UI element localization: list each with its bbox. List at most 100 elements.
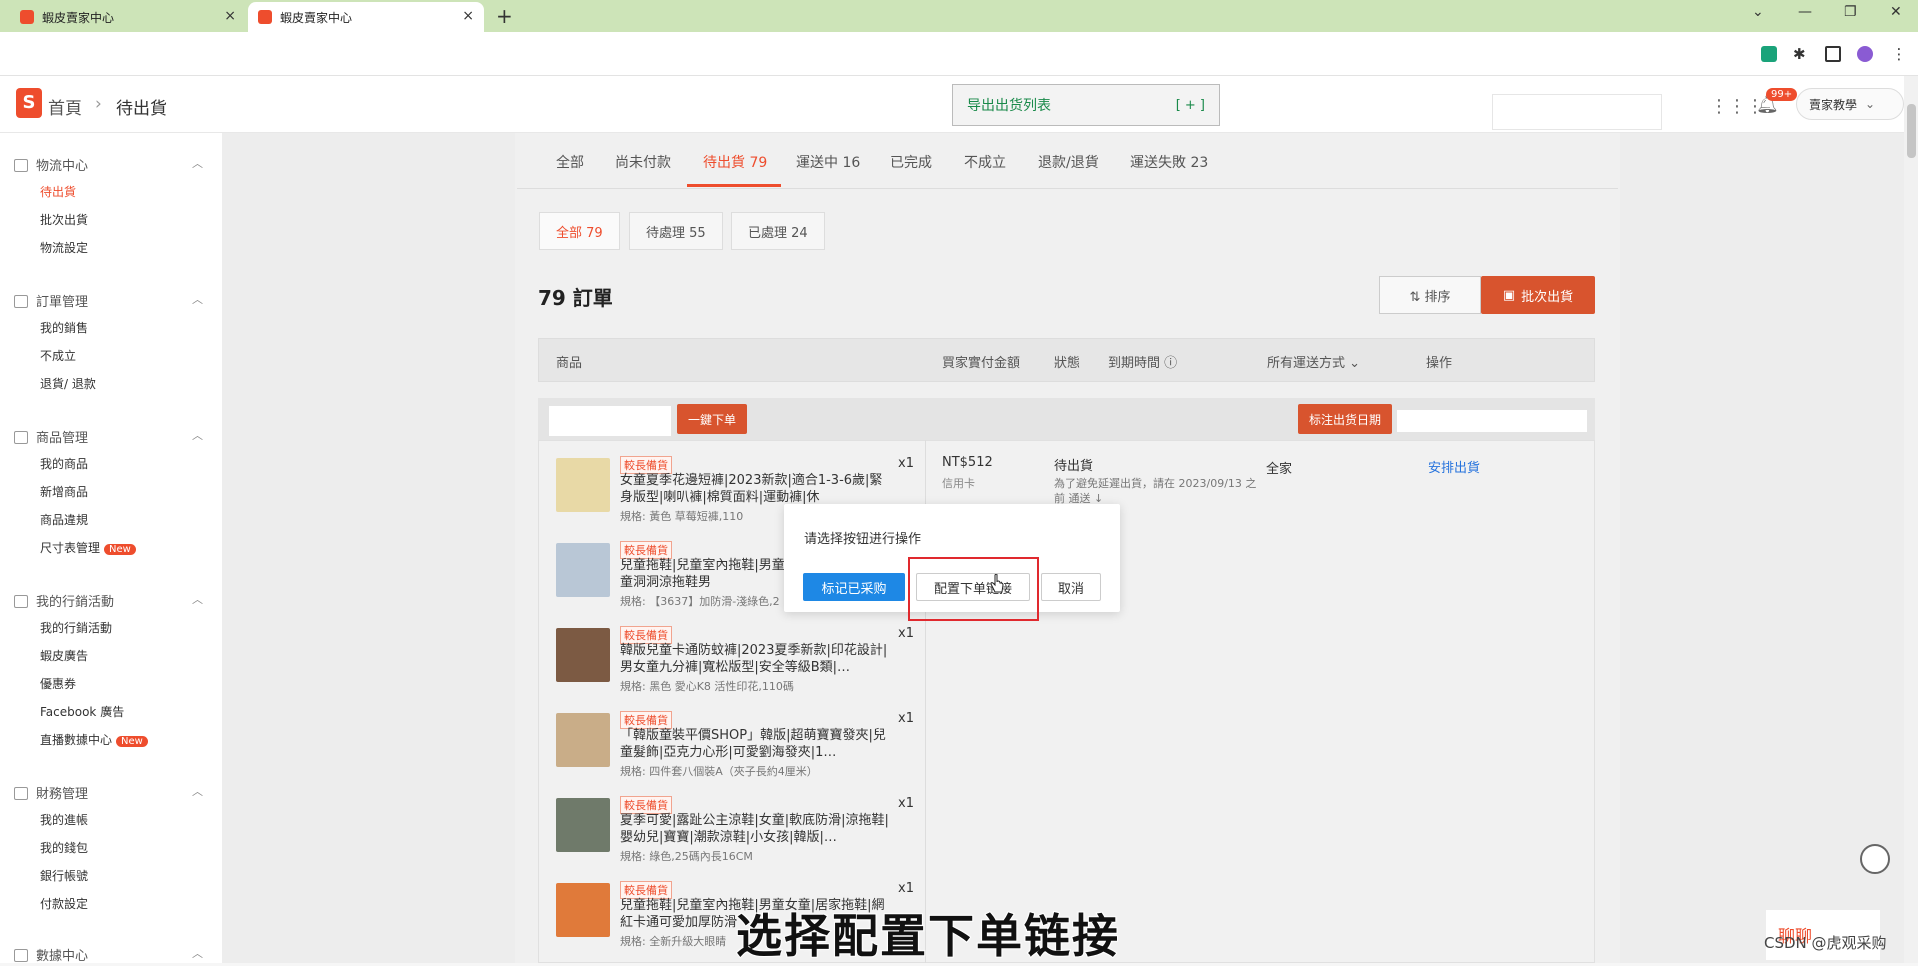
tab-cancelled[interactable]: 不成立 [964,152,1006,172]
mark-purchased-button[interactable]: 标记已采购 [803,573,905,601]
sidebar-item-bank-account[interactable]: 銀行帳號 [40,867,88,884]
ship-date-input[interactable] [1397,410,1587,432]
order-checkbox-area[interactable] [549,406,671,436]
new-tab-button[interactable]: + [496,4,513,28]
product-thumbnail [556,883,610,937]
close-tab-icon[interactable]: × [224,8,236,24]
new-badge: New [104,544,136,555]
payment-type: 信用卡 [942,477,975,490]
product-qty: x1 [898,711,914,726]
sidebar-item-cancelled[interactable]: 不成立 [40,347,76,364]
sidebar-item-shopee-ads[interactable]: 蝦皮廣告 [40,647,88,664]
tab-search-icon[interactable]: ⌄ [1752,4,1764,20]
sidebar-group-marketing[interactable]: 我的行銷活動 ︿ [14,591,203,610]
product-qty: x1 [898,796,914,811]
sidebar-item-vouchers[interactable]: 優惠券 [40,675,76,692]
sidebar-group-orders[interactable]: 訂單管理 ︿ [14,291,203,310]
sidebar-item-my-sales[interactable]: 我的銷售 [40,319,88,336]
scrollbar-thumb[interactable] [1907,104,1916,158]
list-item[interactable]: 較長備貨 「韓版童裝平價SHOP」韓版|超萌寶寶發夾|兒童髮飾|亞克力心形|可愛… [556,711,926,791]
product-qty: x1 [898,881,914,896]
sidebar-item-wallet[interactable]: 我的錢包 [40,839,88,856]
browser-toolbar: ✱ ⋮ [0,32,1918,76]
tab-shipping[interactable]: 運送中 16 [796,152,860,172]
sort-button[interactable]: ⇅ 排序 [1379,276,1481,314]
subtab-all[interactable]: 全部 79 [539,212,620,250]
watermark: CSDN @虎观采购 [1764,934,1887,952]
header-search-box[interactable] [1492,94,1662,130]
tab-all[interactable]: 全部 [556,152,584,172]
notification-badge: 99+ [1766,88,1798,101]
chevron-up-icon: ︿ [192,593,203,606]
sidebar-item-label: 尺寸表管理 [40,541,101,555]
sidepanel-icon[interactable] [1825,46,1841,62]
sidebar-item-my-products[interactable]: 我的商品 [40,455,88,472]
product-name: 韓版兒童卡通防蚊褲|2023夏季新款|印花設計|男女童九分褲|寬松版型|安全等級… [620,643,888,675]
minimize-button[interactable]: — [1798,4,1812,20]
extension-icon[interactable] [1761,46,1777,62]
close-tab-icon[interactable]: × [462,8,474,24]
sidebar-item-logistics-settings[interactable]: 物流設定 [40,239,88,256]
sidebar-item-to-ship[interactable]: 待出貨 [40,183,76,200]
subtab-pending[interactable]: 待處理 55 [629,212,723,250]
chevron-up-icon: ︿ [192,429,203,442]
tab-failed-delivery[interactable]: 運送失敗 23 [1130,152,1208,172]
browser-tab[interactable]: 蝦皮賣家中心 × [10,2,246,32]
page-scrollbar[interactable] [1904,76,1918,963]
one-key-order-button[interactable]: 一鍵下单 [677,404,747,434]
product-thumbnail [556,543,610,597]
batch-ship-button[interactable]: ▣ 批次出貨 [1481,276,1595,314]
shopee-favicon-icon [258,10,272,24]
tab-completed[interactable]: 已完成 [890,152,932,172]
sidebar-item-returns[interactable]: 退貨/ 退款 [40,375,96,392]
sidebar-item-income[interactable]: 我的進帳 [40,811,88,828]
sidebar-group-data[interactable]: 數據中心 ︿ [14,945,203,964]
column-header: 買家實付金額 [942,356,1021,371]
sidebar-item-add-product[interactable]: 新增商品 [40,483,88,500]
close-window-button[interactable]: ✕ [1890,4,1902,20]
list-item[interactable]: 較長備貨 韓版兒童卡通防蚊褲|2023夏季新款|印花設計|男女童九分褲|寬松版型… [556,626,926,706]
sidebar-item-marketing[interactable]: 我的行銷活動 [40,619,112,636]
sidebar-group-products[interactable]: 商品管理 ︿ [14,427,203,446]
products-icon [14,431,28,444]
orders-icon [14,295,28,308]
browser-tab-active[interactable]: 蝦皮賣家中心 × [248,2,484,32]
arrange-shipment-link[interactable]: 安排出貨 [1428,457,1480,476]
menu-icon[interactable]: ⋮ [1891,46,1907,62]
dialog-message: 请选择按钮进行操作 [804,532,922,547]
order-count-title: 79 訂單 [538,286,613,310]
sidebar-item-size-chart[interactable]: 尺寸表管理 New [40,539,136,556]
subtab-processed[interactable]: 已處理 24 [731,212,825,250]
sidebar-group-finance[interactable]: 財務管理 ︿ [14,783,203,802]
breadcrumb-home[interactable]: 首頁 [48,94,82,119]
column-header: 商品 [556,356,583,371]
order-status-note: 為了避免延遲出貨，請在 2023/09/13 之前 通送 ↓ [1054,477,1257,505]
sidebar-item-violations[interactable]: 商品違規 [40,511,88,528]
shopee-favicon-icon [20,10,34,24]
headset-help-icon[interactable] [1860,844,1890,874]
sidebar-item-live-data[interactable]: 直播數據中心 New [40,731,148,748]
finance-icon [14,787,28,800]
sidebar-item-batch-ship[interactable]: 批次出貨 [40,211,88,228]
sidebar-group-title: 財務管理 [36,787,89,802]
sidebar-item-facebook-ads[interactable]: Facebook 廣告 [40,703,124,720]
tab-unpaid[interactable]: 尚未付款 [615,152,671,172]
restore-button[interactable]: ❐ [1844,4,1857,20]
profile-icon[interactable] [1857,46,1873,62]
chevron-down-icon: ⌄ [1865,97,1876,111]
tab-returns[interactable]: 退款/退貨 [1038,152,1099,172]
sidebar-group-logistics[interactable]: 物流中心 ︿ [14,155,203,174]
list-item[interactable]: 較長備貨 夏季可愛|露趾公主涼鞋|女童|軟底防滑|涼拖鞋|嬰幼兒|寶寶|潮款涼鞋… [556,796,926,876]
mark-ship-date-button[interactable]: 标注出货日期 [1298,404,1392,434]
product-thumbnail [556,713,610,767]
puzzle-icon[interactable]: ✱ [1793,46,1809,62]
tab-to-ship[interactable]: 待出貨 79 [703,152,767,172]
calendar-icon: ▣ [1502,287,1516,303]
page-header: S 首頁 › 待出貨 导出出货列表 [ + ] ⋮⋮⋮ 🔔︎ 99+ 賣家教學 … [0,76,1904,133]
shopee-logo-icon[interactable]: S [16,88,42,118]
account-menu[interactable]: 賣家教學 ⌄ [1796,88,1904,120]
cancel-button[interactable]: 取消 [1041,573,1101,601]
sidebar-item-payment-settings[interactable]: 付款設定 [40,895,88,912]
shipping-method-filter[interactable]: 所有運送方式 ⌄ [1267,352,1360,371]
export-shipping-list-button[interactable]: 导出出货列表 [ + ] [952,84,1220,126]
